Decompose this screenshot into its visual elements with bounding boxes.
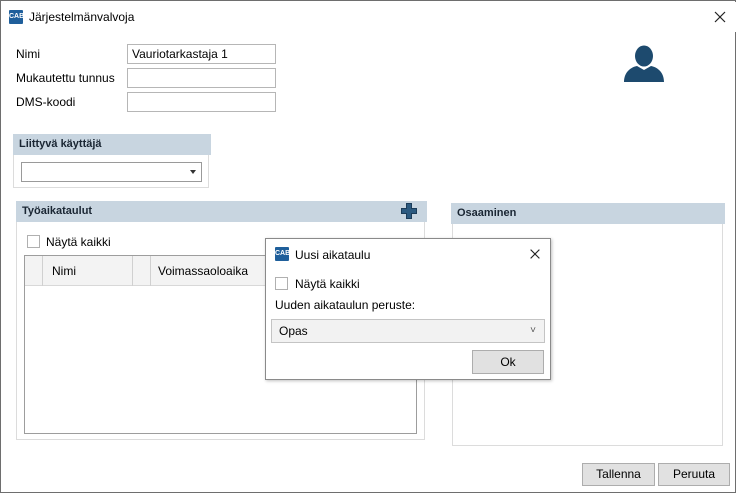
linked-user-dropdown[interactable] (21, 162, 202, 182)
schedules-header: Työaikataulut (16, 201, 427, 222)
dialog-close-icon[interactable] (528, 247, 542, 261)
column-header-validity[interactable]: Voimassaoloaika (158, 264, 248, 278)
chevron-down-icon: ˅ (530, 325, 536, 336)
dialog-title: Uusi aikataulu (295, 248, 371, 262)
cancel-button[interactable]: Peruuta (658, 463, 730, 486)
main-window: CAB Järjestelmänvalvoja Nimi Vauriotarka… (0, 0, 736, 493)
custom-id-field[interactable] (127, 68, 276, 88)
dialog-show-all-label: Näytä kaikki (295, 277, 360, 291)
title-bar: CAB Järjestelmänvalvoja (2, 2, 736, 32)
dms-code-field[interactable] (127, 92, 276, 112)
dialog-show-all-checkbox[interactable] (275, 277, 288, 290)
name-label: Nimi (16, 47, 40, 61)
schedules-show-all-checkbox[interactable] (27, 235, 40, 248)
app-logo-icon: CAB (9, 10, 24, 24)
schedule-basis-dropdown[interactable]: Opas ˅ (271, 319, 545, 343)
schedules-show-all-label: Näytä kaikki (46, 235, 111, 249)
custom-id-label: Mukautettu tunnus (16, 71, 115, 85)
linked-user-header: Liittyvä käyttäjä (13, 134, 211, 155)
column-separator (132, 256, 133, 286)
column-header-name[interactable]: Nimi (52, 264, 76, 278)
name-field[interactable]: Vauriotarkastaja 1 (127, 44, 276, 64)
window-title: Järjestelmänvalvoja (29, 10, 135, 24)
dialog-app-logo-icon: CAB (275, 247, 290, 261)
user-avatar-icon (624, 45, 664, 82)
dropdown-arrow-icon (190, 170, 196, 174)
save-button[interactable]: Tallenna (582, 463, 655, 486)
schedule-basis-value: Opas (279, 324, 308, 338)
skills-header: Osaaminen (451, 203, 725, 224)
column-separator (42, 256, 43, 286)
dms-code-label: DMS-koodi (16, 95, 76, 109)
new-schedule-dialog: CAB Uusi aikataulu Näytä kaikki Uuden ai… (265, 238, 551, 380)
column-separator (150, 256, 151, 286)
schedule-basis-label: Uuden aikataulun peruste: (275, 298, 416, 312)
add-schedule-icon[interactable] (400, 202, 418, 220)
close-icon[interactable] (712, 9, 728, 25)
ok-button[interactable]: Ok (472, 350, 544, 374)
